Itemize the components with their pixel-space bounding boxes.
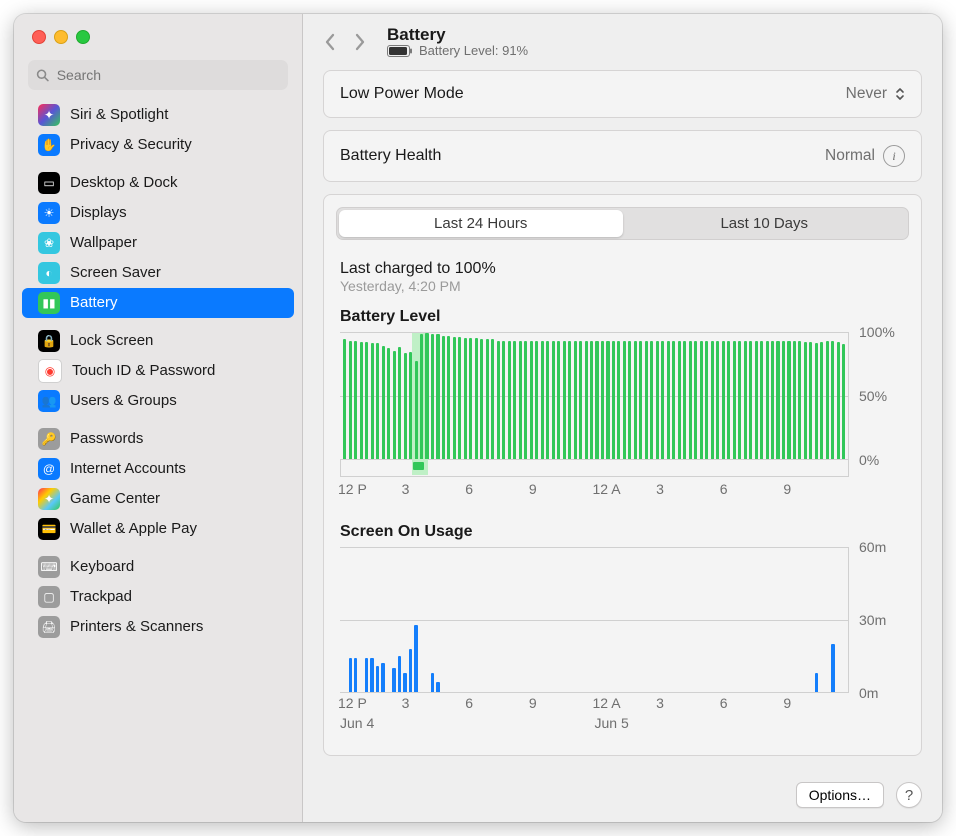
sidebar-item-desktop-dock[interactable]: ▭ Desktop & Dock xyxy=(22,168,294,198)
sidebar-item-battery[interactable]: ▮▮ Battery xyxy=(22,288,294,318)
window-controls xyxy=(14,14,302,60)
tab-last-10-days[interactable]: Last 10 Days xyxy=(623,210,907,237)
sun-icon: ☀ xyxy=(38,202,60,224)
printer-icon: 🖨 xyxy=(38,616,60,638)
sidebar-item-users-groups[interactable]: 👥 Users & Groups xyxy=(22,386,294,416)
page-subtitle: Battery Level: 91% xyxy=(419,44,528,58)
sidebar-item-touch-id-password[interactable]: ◉ Touch ID & Password xyxy=(22,356,294,386)
sidebar-item-printers-scanners[interactable]: 🖨 Printers & Scanners xyxy=(22,612,294,642)
hand-icon: ✋ xyxy=(38,134,60,156)
sidebar-item-label: Desktop & Dock xyxy=(70,168,178,198)
forward-button[interactable] xyxy=(353,33,367,51)
help-button[interactable]: ? xyxy=(896,782,922,808)
sidebar-item-label: Lock Screen xyxy=(70,326,153,356)
low-power-mode-label: Low Power Mode xyxy=(340,85,464,103)
sidebar-item-trackpad[interactable]: ▢ Trackpad xyxy=(22,582,294,612)
users-icon: 👥 xyxy=(38,390,60,412)
battery-icon: ▮▮ xyxy=(38,292,60,314)
sidebar-item-game-center[interactable]: ✦ Game Center xyxy=(22,484,294,514)
sidebar-item-label: Privacy & Security xyxy=(70,130,192,160)
sidebar-item-label: Screen Saver xyxy=(70,258,161,288)
page-title: Battery xyxy=(387,26,528,45)
window-minimize-button[interactable] xyxy=(54,30,68,44)
main-pane: Battery Battery Level: 91% Low Power Mod… xyxy=(303,14,942,822)
screen-on-usage-chart: Screen On Usage 60m30m0m 12 P36912 A369 xyxy=(340,523,905,735)
sidebar-item-label: Wallpaper xyxy=(70,228,137,258)
battery-health-label: Battery Health xyxy=(340,147,441,165)
sidebar-item-siri-spotlight[interactable]: ✦ Siri & Spotlight xyxy=(22,100,294,130)
settings-window: ✦ Siri & Spotlight ✋ Privacy & Security ▭ Des… xyxy=(14,14,942,822)
battery-health-row: Battery Health Normal i xyxy=(323,130,922,182)
sidebar-item-label: Trackpad xyxy=(70,582,132,612)
gamecenter-icon: ✦ xyxy=(38,488,60,510)
sidebar-item-label: Displays xyxy=(70,198,127,228)
sidebar-item-label: Internet Accounts xyxy=(70,454,186,484)
search-input[interactable] xyxy=(55,66,280,84)
trackpad-icon: ▢ xyxy=(38,586,60,608)
sidebar: ✦ Siri & Spotlight ✋ Privacy & Security ▭ Des… xyxy=(14,14,303,822)
at-icon: @ xyxy=(38,458,60,480)
header: Battery Battery Level: 91% xyxy=(303,14,942,70)
sidebar-item-displays[interactable]: ☀ Displays xyxy=(22,198,294,228)
sidebar-item-label: Printers & Scanners xyxy=(70,612,203,642)
sidebar-item-wallet-apple-pay[interactable]: 💳 Wallet & Apple Pay xyxy=(22,514,294,544)
window-close-button[interactable] xyxy=(32,30,46,44)
touchid-icon: ◉ xyxy=(38,359,62,383)
search-field[interactable] xyxy=(28,60,288,90)
back-button[interactable] xyxy=(323,33,337,51)
options-button[interactable]: Options… xyxy=(796,782,884,808)
sidebar-item-label: Users & Groups xyxy=(70,386,177,416)
sidebar-item-passwords[interactable]: 🔑 Passwords xyxy=(22,424,294,454)
battery-level-chart: Battery Level 100%50%0% xyxy=(340,308,905,503)
sidebar-item-label: Keyboard xyxy=(70,552,134,582)
sidebar-item-label: Battery xyxy=(70,288,118,318)
last-charged-info: Last charged to 100% Yesterday, 4:20 PM xyxy=(340,260,905,294)
dock-icon: ▭ xyxy=(38,172,60,194)
key-icon: 🔑 xyxy=(38,428,60,450)
flower-icon: ❀ xyxy=(38,232,60,254)
lock-icon: 🔒 xyxy=(38,330,60,352)
time-range-segmented: Last 24 Hours Last 10 Days xyxy=(336,207,909,240)
search-icon xyxy=(36,68,49,82)
battery-health-value: Normal xyxy=(825,147,875,165)
sidebar-item-wallpaper[interactable]: ❀ Wallpaper xyxy=(22,228,294,258)
sidebar-item-privacy-security[interactable]: ✋ Privacy & Security xyxy=(22,130,294,160)
window-zoom-button[interactable] xyxy=(76,30,90,44)
siri-icon: ✦ xyxy=(38,104,60,126)
battery-icon xyxy=(387,45,413,57)
keyboard-icon: ⌨ xyxy=(38,556,60,578)
sidebar-item-keyboard[interactable]: ⌨ Keyboard xyxy=(22,552,294,582)
sidebar-nav: ✦ Siri & Spotlight ✋ Privacy & Security ▭ Des… xyxy=(14,96,302,822)
sidebar-item-label: Siri & Spotlight xyxy=(70,100,168,130)
chevron-updown-icon xyxy=(895,87,905,101)
sidebar-item-label: Wallet & Apple Pay xyxy=(70,514,197,544)
footer: Options… ? xyxy=(303,776,942,822)
sidebar-item-label: Touch ID & Password xyxy=(72,356,215,386)
wallet-icon: 💳 xyxy=(38,518,60,540)
sidebar-item-internet-accounts[interactable]: @ Internet Accounts xyxy=(22,454,294,484)
usage-history-card: Last 24 Hours Last 10 Days Last charged … xyxy=(323,194,922,756)
info-icon[interactable]: i xyxy=(883,145,905,167)
sidebar-item-label: Game Center xyxy=(70,484,160,514)
sidebar-item-label: Passwords xyxy=(70,424,143,454)
sidebar-item-screen-saver[interactable]: ◐ Screen Saver xyxy=(22,258,294,288)
tab-last-24-hours[interactable]: Last 24 Hours xyxy=(339,210,623,237)
screensaver-icon: ◐ xyxy=(38,262,60,284)
low-power-mode-popup[interactable]: Never xyxy=(846,85,905,103)
sidebar-item-lock-screen[interactable]: 🔒 Lock Screen xyxy=(22,326,294,356)
low-power-mode-row: Low Power Mode Never xyxy=(323,70,922,118)
